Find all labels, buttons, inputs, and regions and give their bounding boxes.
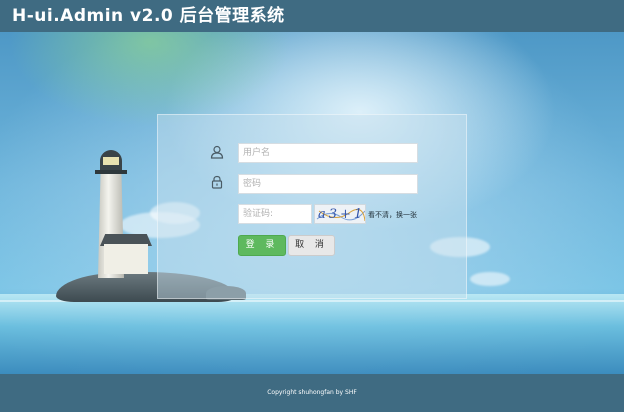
lock-icon — [210, 174, 224, 189]
login-button[interactable]: 登 录 — [238, 235, 286, 256]
username-input[interactable] — [238, 143, 418, 163]
login-panel — [157, 114, 467, 299]
keepers-house — [104, 244, 148, 274]
refresh-captcha-link[interactable]: 看不清，换一张 — [368, 210, 417, 220]
cloud — [470, 272, 510, 286]
captcha-input[interactable] — [238, 204, 312, 224]
password-input[interactable] — [238, 174, 418, 194]
lighthouse-gallery — [95, 170, 127, 174]
app-title: H-ui.Admin v2.0 后台管理系统 — [12, 6, 285, 26]
lighthouse-glass — [103, 157, 119, 165]
captcha-text: a3+15 — [318, 207, 366, 222]
footer: Copyright shuhongfan by SHF — [0, 374, 624, 412]
app-header: H-ui.Admin v2.0 后台管理系统 — [0, 0, 624, 32]
user-icon — [210, 144, 224, 159]
cancel-button[interactable]: 取 消 — [288, 235, 335, 256]
copyright-text: Copyright shuhongfan by SHF — [267, 389, 357, 396]
captcha-image[interactable]: a3+15 — [314, 204, 366, 224]
